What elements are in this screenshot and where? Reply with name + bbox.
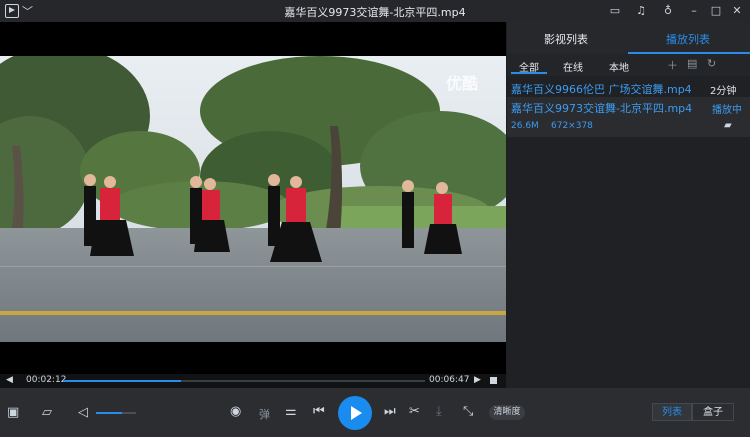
expand-icon[interactable]: ⤡ bbox=[463, 404, 473, 419]
volume-icon[interactable]: ◁ bbox=[78, 405, 88, 420]
download-icon[interactable]: ⤓ bbox=[436, 404, 442, 419]
playlist-panel bbox=[507, 22, 750, 388]
playlist-item-name[interactable]: 嘉华百义9973交谊舞-北京平四.mp4 bbox=[511, 100, 692, 116]
total-time: 00:06:47 bbox=[429, 375, 470, 385]
file-size: 26.6M bbox=[511, 121, 539, 131]
filter-local[interactable]: 本地 bbox=[609, 59, 629, 74]
scissors-icon[interactable]: ✂ bbox=[409, 404, 420, 419]
playlist-item-name[interactable]: 嘉华百义9966伦巴 广场交谊舞.mp4 bbox=[511, 81, 692, 97]
filter-online[interactable]: 在线 bbox=[563, 59, 583, 74]
play-button[interactable] bbox=[338, 396, 372, 430]
tab-playlist[interactable]: 播放列表 bbox=[666, 31, 710, 47]
loop-icon[interactable]: ↻ bbox=[707, 57, 716, 70]
maximize-icon[interactable]: □ bbox=[709, 4, 723, 17]
seek-progress bbox=[63, 380, 181, 382]
shirt-icon[interactable]: ♁ bbox=[661, 4, 675, 17]
eye-icon[interactable]: ◉ bbox=[230, 404, 241, 419]
tab-video-library[interactable]: 影视列表 bbox=[544, 31, 588, 47]
previous-icon[interactable]: ⏮ bbox=[313, 404, 325, 419]
file-icon[interactable]: ▤ bbox=[687, 57, 697, 70]
open-file-icon[interactable]: ▱ bbox=[42, 405, 52, 420]
forward-icon[interactable]: ▶ bbox=[474, 375, 481, 385]
filter-active-indicator bbox=[511, 72, 547, 74]
view-list-toggle[interactable]: 列表 bbox=[652, 403, 692, 421]
volume-level bbox=[96, 412, 122, 414]
playlist-item-status: 播放中 bbox=[712, 105, 742, 116]
minimize-icon[interactable]: – bbox=[687, 4, 701, 17]
next-icon[interactable]: ⏭ bbox=[384, 404, 396, 419]
settings-sliders-icon[interactable]: ⚌ bbox=[285, 404, 297, 419]
add-icon[interactable]: ＋ bbox=[667, 57, 678, 73]
bell-icon[interactable]: ♫ bbox=[634, 4, 648, 17]
close-icon[interactable]: ✕ bbox=[730, 4, 744, 17]
screen-icon[interactable]: ▭ bbox=[608, 4, 622, 17]
quality-button[interactable]: 清晰度 bbox=[489, 405, 525, 420]
rewind-icon[interactable]: ◀ bbox=[6, 375, 13, 385]
view-box-toggle[interactable]: 盒子 bbox=[692, 403, 734, 421]
current-time: 00:02:12 bbox=[26, 375, 67, 385]
video-frame[interactable] bbox=[0, 56, 506, 342]
toolbox-icon[interactable]: ▣ bbox=[7, 405, 19, 420]
file-resolution: 672×378 bbox=[551, 121, 593, 131]
stop-icon[interactable] bbox=[490, 377, 497, 384]
playlist-item-status: 2分钟 bbox=[710, 86, 737, 97]
video-scene bbox=[0, 56, 506, 342]
danmaku-button[interactable]: 弹 bbox=[259, 406, 270, 422]
video-watermark: 优酷 bbox=[446, 74, 479, 93]
folder-icon[interactable]: ▰ bbox=[724, 120, 732, 131]
